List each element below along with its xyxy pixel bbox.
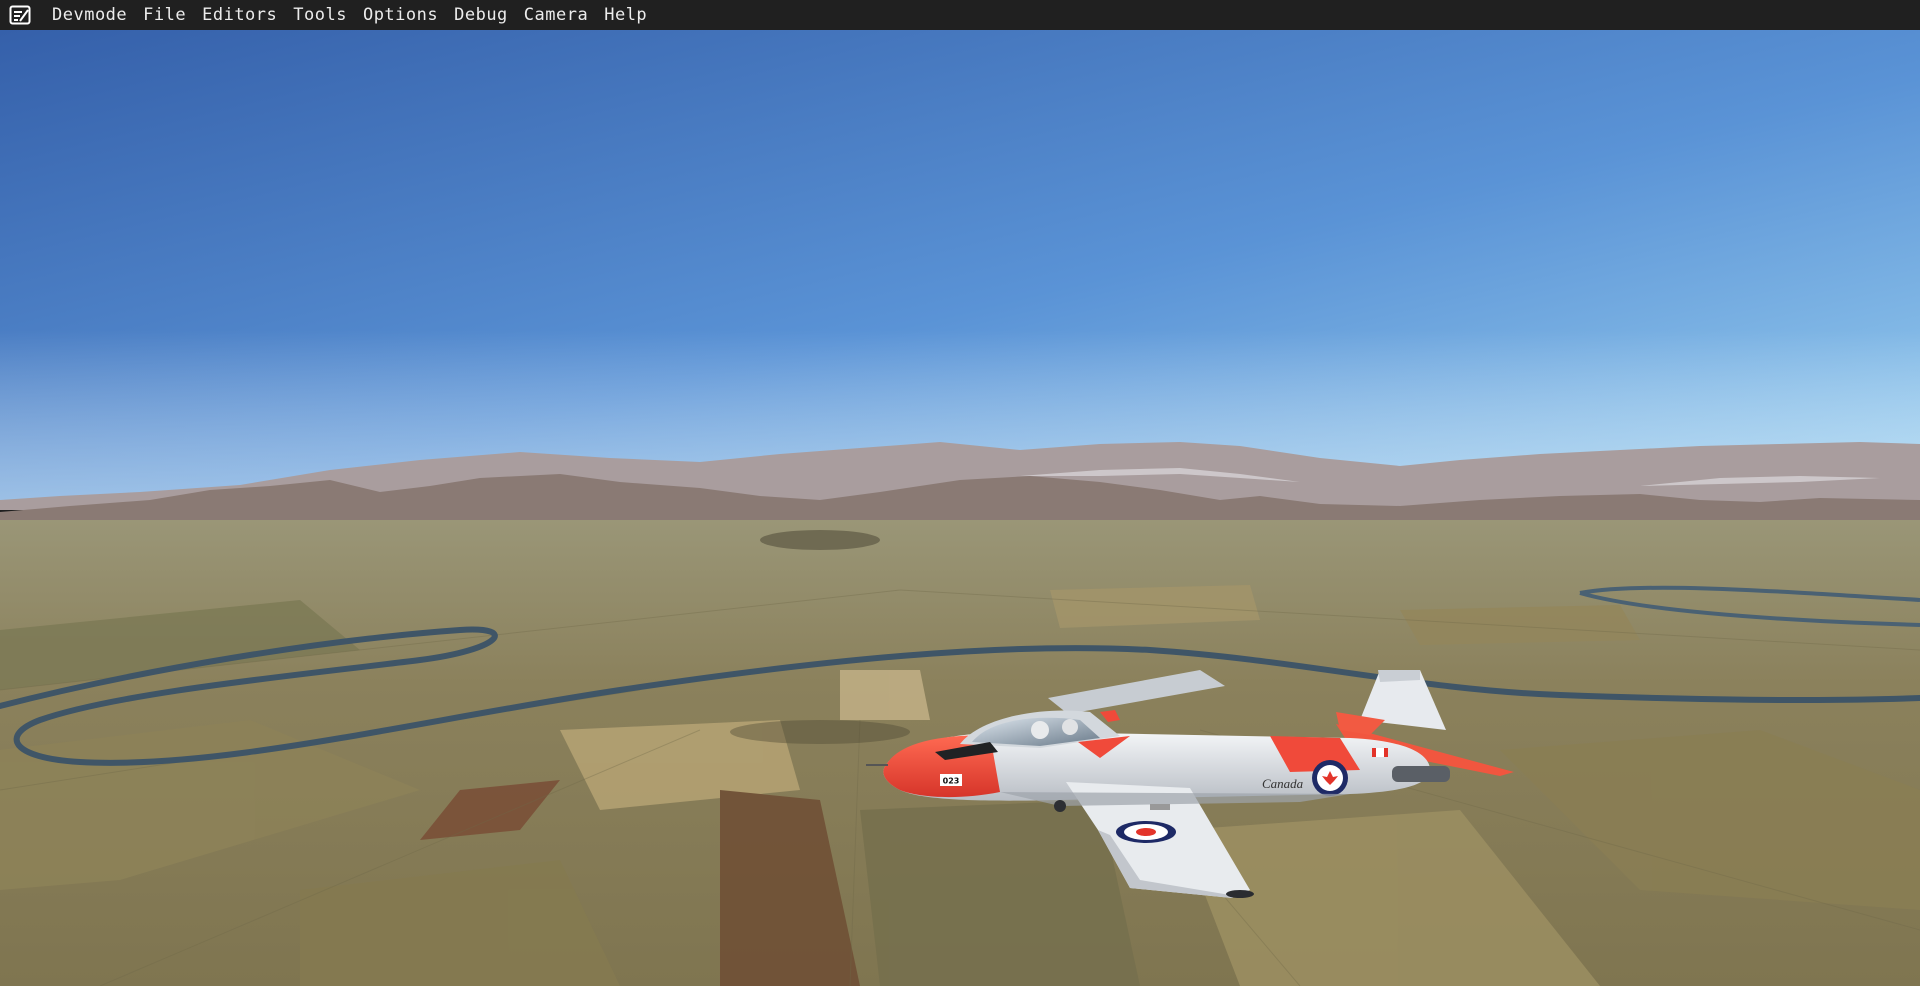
menu-devmode[interactable]: Devmode bbox=[44, 0, 135, 30]
menu-debug[interactable]: Debug bbox=[446, 0, 516, 30]
devmode-menu-bar: Devmode File Editors Tools Options Debug… bbox=[0, 0, 1920, 30]
menu-file[interactable]: File bbox=[135, 0, 194, 30]
menu-help[interactable]: Help bbox=[596, 0, 655, 30]
menu-camera[interactable]: Camera bbox=[516, 0, 596, 30]
menu-editors[interactable]: Editors bbox=[194, 0, 285, 30]
flight-sim-window: Devmode File Editors Tools Options Debug… bbox=[0, 0, 1920, 986]
scene-render: Canada 023 bbox=[0, 30, 1920, 986]
fuselage-canada-wordmark: Canada bbox=[1262, 776, 1304, 791]
devmode-notepad-icon[interactable] bbox=[8, 4, 32, 26]
aircraft-nose-code: 023 bbox=[943, 777, 960, 786]
aircraft-shadow bbox=[730, 720, 910, 744]
menu-tools[interactable]: Tools bbox=[285, 0, 355, 30]
small-hill bbox=[760, 530, 880, 550]
3d-viewport[interactable]: Canada 023 bbox=[0, 30, 1920, 986]
menu-options[interactable]: Options bbox=[355, 0, 446, 30]
